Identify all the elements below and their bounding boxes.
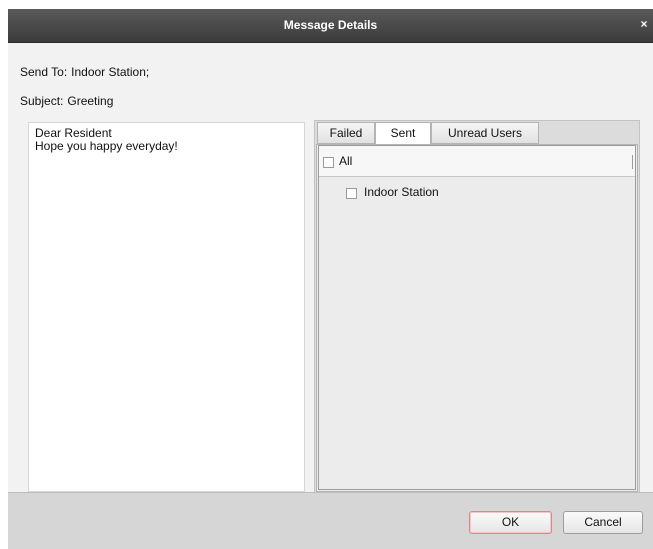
close-icon[interactable]: × — [637, 16, 651, 32]
cancel-button[interactable]: Cancel — [563, 511, 643, 534]
message-content-box[interactable]: Dear Resident Hope you happy everyday! — [28, 122, 305, 492]
send-to-row: Send To: Indoor Station; — [20, 65, 149, 79]
page-top-strip — [0, 0, 653, 9]
all-label: All — [339, 154, 353, 168]
send-to-value: Indoor Station; — [71, 65, 150, 79]
subject-label: Subject: — [20, 94, 64, 108]
dialog-footer: OK Cancel — [8, 492, 653, 549]
subject-row: Subject: Greeting — [20, 94, 113, 108]
dialog-title: Message Details — [283, 18, 378, 32]
tab-body: All Indoor Station — [316, 144, 638, 492]
recipient-list: All Indoor Station — [318, 145, 636, 490]
title-bar: Message Details × — [8, 9, 653, 43]
status-panel: Failed Sent Unread Users All Indoor Stat… — [314, 120, 640, 494]
scrollbar-indicator — [632, 155, 633, 169]
ok-button[interactable]: OK — [469, 511, 552, 534]
subject-value: Greeting — [67, 94, 114, 108]
indoor-station-checkbox[interactable] — [346, 188, 357, 199]
all-row[interactable]: All — [319, 146, 635, 177]
tab-sent[interactable]: Sent — [375, 122, 431, 145]
tab-unread-users[interactable]: Unread Users — [431, 122, 539, 144]
send-to-label: Send To: — [20, 65, 68, 79]
message-details-dialog: Message Details × Send To: Indoor Station… — [8, 9, 653, 549]
all-checkbox[interactable] — [323, 157, 334, 168]
tab-failed[interactable]: Failed — [317, 122, 375, 144]
message-line: Hope you happy everyday! — [35, 139, 178, 153]
recipient-item-label: Indoor Station — [364, 185, 439, 199]
